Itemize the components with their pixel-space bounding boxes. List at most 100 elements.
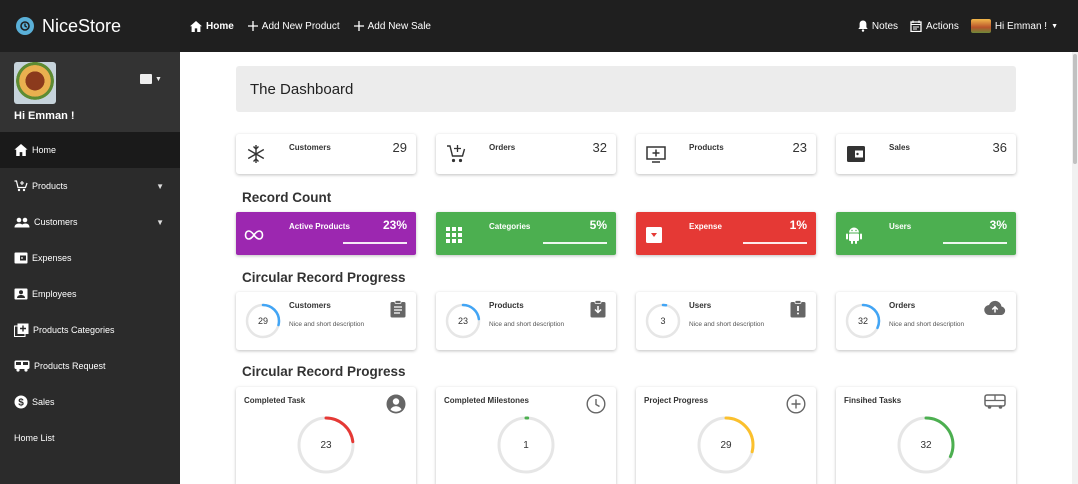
- record-label: Categories: [489, 222, 531, 231]
- infinity-icon: [244, 230, 264, 240]
- top-nav: Home Add New Product Add New Sale: [190, 0, 445, 52]
- bell-icon: [858, 20, 868, 32]
- nav-add-sale-link[interactable]: Add New Sale: [353, 21, 431, 32]
- brand-name: NiceStore: [42, 15, 122, 36]
- clipboard-icon: [390, 300, 406, 318]
- scrollbar-thumb[interactable]: [1073, 54, 1077, 164]
- cloud-upload-icon: [984, 300, 1006, 316]
- circular-label: Orders: [889, 301, 916, 310]
- circular-value: 32: [857, 316, 868, 326]
- sidebar-item-sales[interactable]: $ Sales: [0, 384, 180, 420]
- profile-avatar[interactable]: [14, 62, 56, 104]
- circular-label: Customers: [289, 301, 331, 310]
- sidebar-item-employees[interactable]: Employees: [0, 276, 180, 312]
- circular-card-orders[interactable]: 32 Orders Nice and short description: [836, 292, 1016, 350]
- nav-add-product-link[interactable]: Add New Product: [247, 20, 340, 32]
- record-card-users[interactable]: Users 3%: [836, 212, 1016, 255]
- stat-value: 32: [592, 140, 607, 155]
- record-card-categories[interactable]: Categories 5%: [436, 212, 616, 255]
- circular-card-customers[interactable]: 29 Customers Nice and short description: [236, 292, 416, 350]
- record-label: Users: [889, 222, 912, 231]
- sidebar-item-label: Products Categories: [33, 325, 115, 335]
- chevron-down-icon: ▼: [156, 181, 164, 191]
- sidebar-item-products-request[interactable]: Products Request: [0, 348, 180, 384]
- nav-home-label: Home: [206, 20, 234, 32]
- sidebar-item-label: Expenses: [32, 253, 72, 263]
- circular-value: 23: [457, 316, 468, 326]
- account-box-icon: [14, 288, 28, 300]
- home-icon: [14, 144, 28, 156]
- stat-card-sales[interactable]: Sales 36: [836, 134, 1016, 174]
- plus-circle-icon: [786, 394, 806, 414]
- progress-card-completed-milestones[interactable]: Completed Milestones 1: [436, 387, 616, 484]
- home-icon: [190, 20, 202, 32]
- circular-card-products[interactable]: 23 Products Nice and short description: [436, 292, 616, 350]
- stat-card-products[interactable]: Products 23: [636, 134, 816, 174]
- progress-card-completed-task[interactable]: Completed Task 23: [236, 387, 416, 484]
- sidebar-item-customers[interactable]: Customers ▼: [0, 204, 180, 240]
- wallet-icon: [847, 146, 865, 162]
- account-circle-icon: [386, 394, 406, 414]
- nav-actions-link[interactable]: Actions: [910, 20, 959, 32]
- plus-icon: [247, 21, 258, 31]
- nav-actions-label: Actions: [926, 20, 959, 32]
- bus-icon: [984, 394, 1006, 409]
- monitor-plus-icon: [646, 146, 666, 163]
- record-card-active-products[interactable]: Active Products 23%: [236, 212, 416, 255]
- nav-notes-link[interactable]: Notes: [858, 20, 898, 32]
- nav-add-product-label: Add New Product: [261, 20, 340, 32]
- record-progress-bar: [943, 242, 1007, 244]
- brand[interactable]: NiceStore: [0, 0, 180, 52]
- progress-card-value: 23: [320, 439, 332, 451]
- record-label: Active Products: [289, 222, 350, 231]
- library-add-icon: [14, 323, 29, 337]
- stat-card-orders[interactable]: Orders 32: [436, 134, 616, 174]
- sidebar-item-label: Home: [32, 145, 57, 155]
- sidebar: ▼ Hi Emman ! Home Products ▼ Customers ▼…: [0, 52, 180, 484]
- cart-plus-icon: [14, 180, 28, 192]
- progress-card-project-progress[interactable]: Project Progress 29: [636, 387, 816, 484]
- inbox-icon: [646, 227, 662, 243]
- page-title: The Dashboard: [236, 66, 1016, 112]
- sidebar-item-expenses[interactable]: Expenses: [0, 240, 180, 276]
- record-progress-bar: [343, 242, 407, 244]
- profile-card-icon[interactable]: [140, 74, 152, 84]
- section-title-circular-2: Circular Record Progress: [242, 364, 406, 379]
- record-card-expense[interactable]: Expense 1%: [636, 212, 816, 255]
- stat-card-customers[interactable]: Customers 29: [236, 134, 416, 174]
- plus-icon: [353, 21, 364, 31]
- circular-card-users[interactable]: 3 Users Nice and short description: [636, 292, 816, 350]
- circular-desc: Nice and short description: [489, 321, 565, 328]
- stat-label: Products: [689, 143, 724, 152]
- wallet-icon: [14, 252, 28, 264]
- record-progress-bar: [743, 242, 807, 244]
- dollar-circle-icon: $: [14, 395, 28, 409]
- avatar: [970, 19, 991, 33]
- record-value: 1%: [789, 218, 807, 232]
- circular-value: 3: [660, 316, 666, 326]
- sidebar-item-home-list[interactable]: Home List: [0, 420, 180, 456]
- grid-icon: [446, 227, 462, 243]
- stat-value: 29: [392, 140, 407, 155]
- chevron-down-icon[interactable]: ▼: [155, 76, 162, 83]
- sidebar-item-products[interactable]: Products ▼: [0, 168, 180, 204]
- brand-logo-icon: [16, 17, 34, 35]
- record-value: 23%: [382, 218, 407, 232]
- users-icon: [14, 217, 30, 227]
- sidebar-item-home[interactable]: Home: [0, 132, 180, 168]
- progress-card-label: Project Progress: [644, 396, 709, 405]
- sidebar-item-label: Employees: [32, 289, 77, 299]
- sidebar-profile: ▼ Hi Emman !: [0, 52, 180, 132]
- top-nav-right: Notes Actions Hi Emman ! ▼: [846, 0, 1058, 52]
- sidebar-item-label: Products: [32, 181, 68, 191]
- snowflake-icon: [247, 145, 265, 163]
- circular-label: Products: [489, 301, 524, 310]
- user-menu[interactable]: Hi Emman ! ▼: [970, 19, 1058, 33]
- progress-card-finished-tasks[interactable]: Finsihed Tasks 32: [836, 387, 1016, 484]
- chevron-down-icon: ▼: [156, 217, 164, 227]
- progress-card-label: Finsihed Tasks: [844, 396, 902, 405]
- sidebar-item-products-categories[interactable]: Products Categories: [0, 312, 180, 348]
- circular-value: 29: [257, 316, 268, 326]
- nav-home-link[interactable]: Home: [190, 20, 234, 32]
- circular-label: Users: [689, 301, 712, 310]
